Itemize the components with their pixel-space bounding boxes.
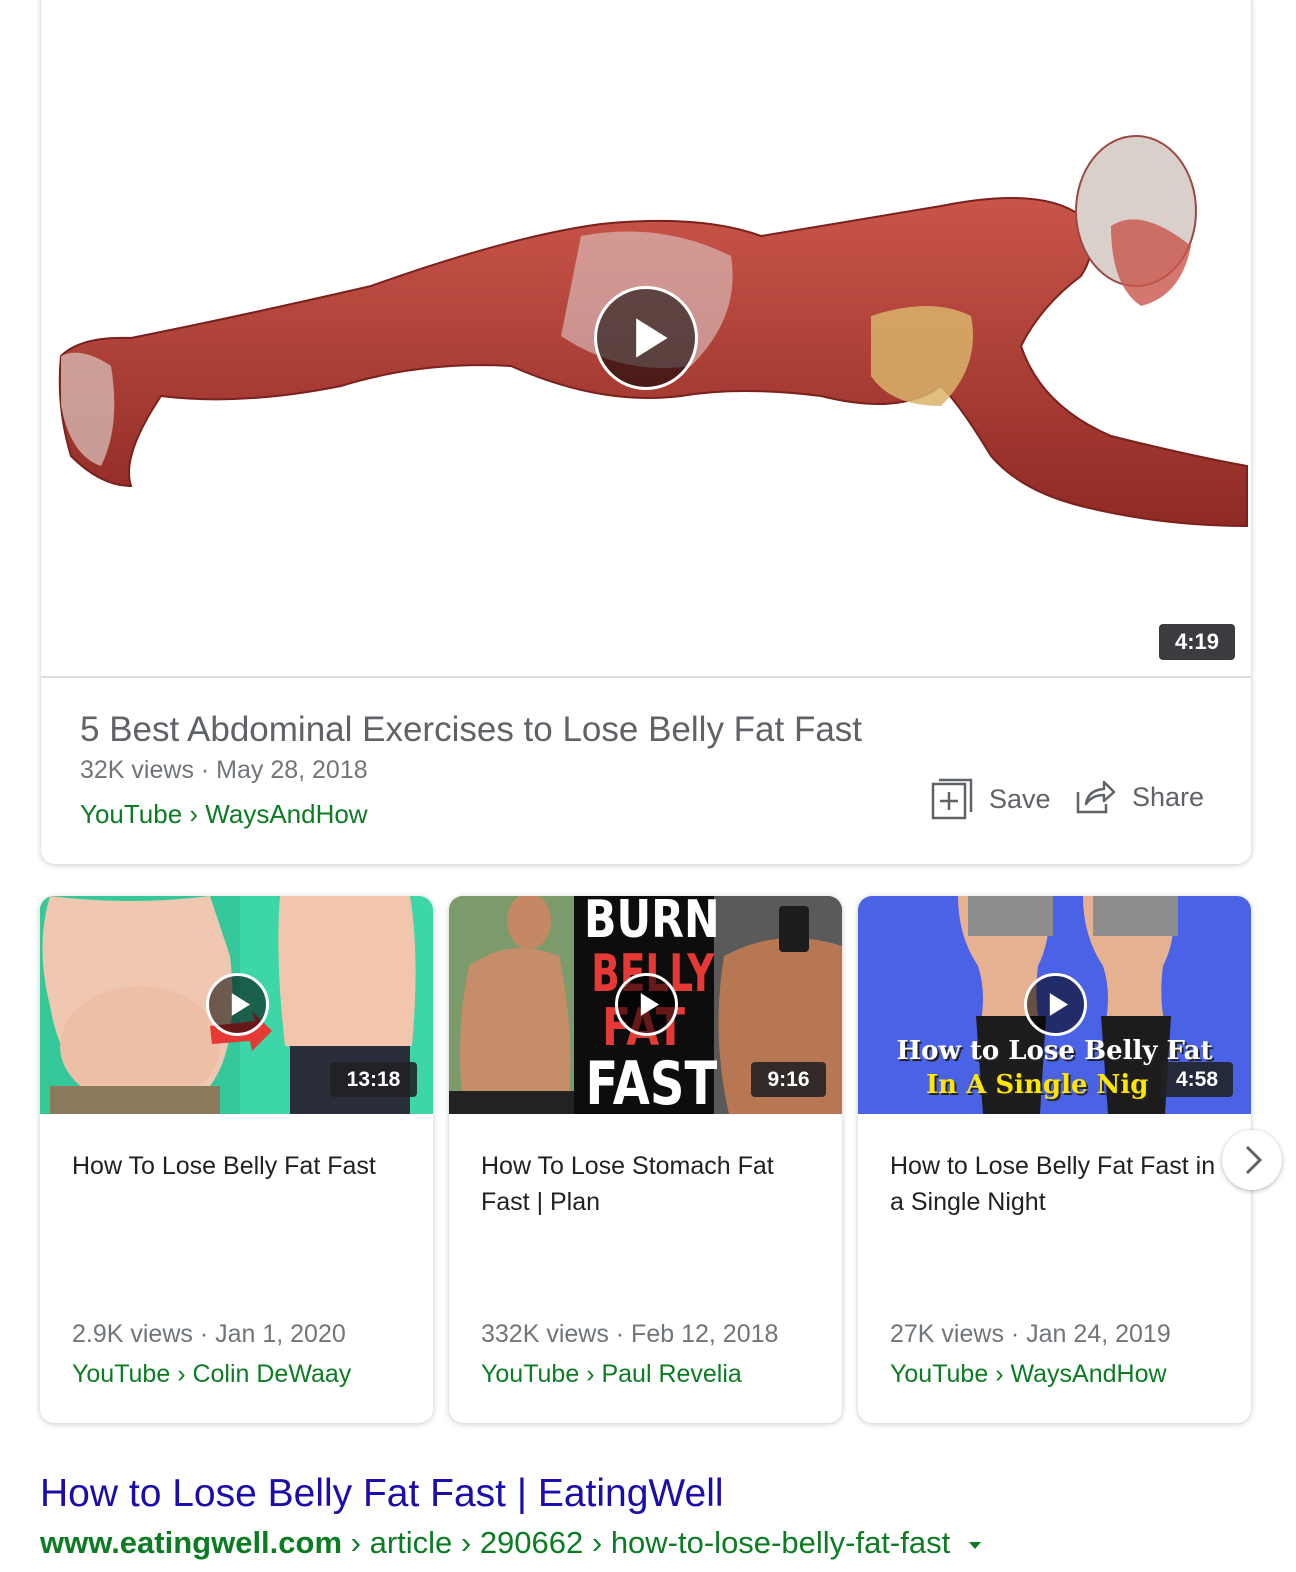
play-button[interactable] xyxy=(594,286,698,390)
video-title[interactable]: How To Lose Stomach Fat Fast | Plan xyxy=(481,1148,821,1220)
result-url-domain: www.eatingwell.com xyxy=(40,1525,343,1560)
save-icon xyxy=(931,778,973,820)
duration-badge: 4:58 xyxy=(1161,1062,1233,1097)
dropdown-caret-icon[interactable] xyxy=(965,1535,985,1555)
video-meta: 32K views · May 28, 2018 xyxy=(80,756,368,784)
play-icon xyxy=(636,318,668,358)
video-source[interactable]: YouTube › Paul Revelia xyxy=(481,1360,742,1389)
result-url-path: › article › 290662 › how-to-lose-belly-f… xyxy=(342,1525,951,1560)
duration-badge: 9:16 xyxy=(751,1062,826,1097)
video-card[interactable]: How to Lose Belly Fat In A Single Nig 4:… xyxy=(858,896,1251,1423)
play-button[interactable] xyxy=(206,973,269,1036)
video-card[interactable]: 13:18 How To Lose Belly Fat Fast 2.9K vi… xyxy=(40,896,433,1423)
video-title[interactable]: 5 Best Abdominal Exercises to Lose Belly… xyxy=(80,710,862,750)
duration-badge: 13:18 xyxy=(330,1062,417,1097)
video-thumbnail[interactable]: 13:18 xyxy=(40,896,433,1114)
result-title-link[interactable]: How to Lose Belly Fat Fast | EatingWell xyxy=(40,1472,724,1516)
play-icon xyxy=(640,993,660,1016)
play-icon xyxy=(231,993,251,1016)
play-icon xyxy=(1049,993,1069,1016)
main-video-card[interactable]: 4:19 5 Best Abdominal Exercises to Lose … xyxy=(41,0,1251,864)
thumbnail-text-line2: In A Single Nig xyxy=(926,1070,1149,1100)
save-button[interactable]: Save xyxy=(931,778,1051,820)
video-card[interactable]: BURN BELLY FAT FAST 9:16 How To Lose Sto… xyxy=(449,896,842,1423)
video-source[interactable]: YouTube › Colin DeWaay xyxy=(72,1360,351,1389)
duration-badge: 4:19 xyxy=(1159,624,1235,660)
thumbnail-text-burn: BURN xyxy=(584,896,720,950)
video-meta: 2.9K views · Jan 1, 2020 xyxy=(72,1320,346,1348)
play-button[interactable] xyxy=(615,973,678,1036)
result-url[interactable]: www.eatingwell.com › article › 290662 › … xyxy=(40,1525,985,1561)
share-label: Share xyxy=(1132,781,1205,812)
save-label: Save xyxy=(989,783,1051,814)
video-meta: 332K views · Feb 12, 2018 xyxy=(481,1320,779,1348)
share-button[interactable]: Share xyxy=(1074,778,1204,816)
video-thumbnail[interactable]: BURN BELLY FAT FAST 9:16 xyxy=(449,896,842,1114)
video-title[interactable]: How To Lose Belly Fat Fast xyxy=(72,1148,412,1184)
main-video-thumbnail[interactable]: 4:19 xyxy=(41,0,1251,678)
carousel-next-button[interactable] xyxy=(1222,1130,1282,1190)
video-title[interactable]: How to Lose Belly Fat Fast in a Single N… xyxy=(890,1148,1230,1220)
video-thumbnail[interactable]: How to Lose Belly Fat In A Single Nig 4:… xyxy=(858,896,1251,1114)
chevron-right-icon xyxy=(1245,1145,1263,1175)
thumbnail-text-fast: FAST xyxy=(585,1049,718,1114)
video-source[interactable]: YouTube › WaysAndHow xyxy=(80,799,368,830)
video-meta: 27K views · Jan 24, 2019 xyxy=(890,1320,1171,1348)
video-source[interactable]: YouTube › WaysAndHow xyxy=(890,1360,1167,1389)
play-button[interactable] xyxy=(1024,973,1087,1036)
share-icon xyxy=(1076,780,1116,814)
